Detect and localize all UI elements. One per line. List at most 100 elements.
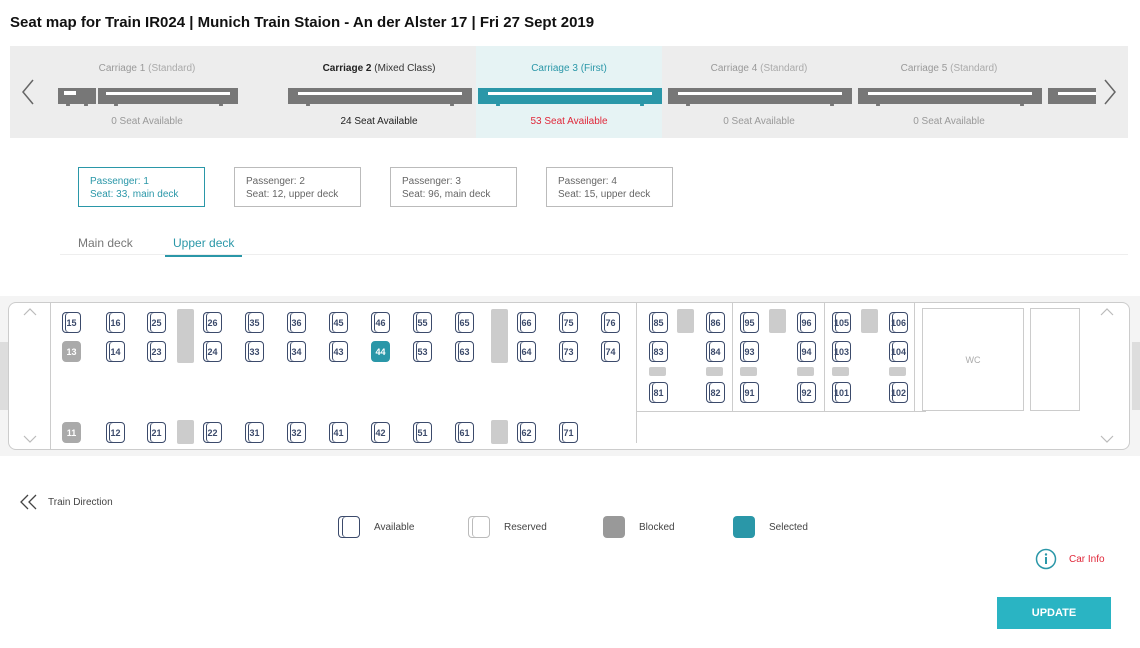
seat-96[interactable]: 96 (797, 312, 816, 333)
seat-63[interactable]: 63 (455, 341, 474, 362)
seat-82[interactable]: 82 (706, 382, 725, 403)
seat-105[interactable]: 105 (832, 312, 851, 333)
seat-32[interactable]: 32 (287, 422, 306, 443)
seat-55[interactable]: 55 (413, 312, 432, 333)
seat-66[interactable]: 66 (517, 312, 536, 333)
seat-26[interactable]: 26 (203, 312, 222, 333)
carriage-icon (1048, 88, 1096, 104)
seat-34[interactable]: 34 (287, 341, 306, 362)
next-carriage-button[interactable] (1098, 76, 1122, 108)
seat-35[interactable]: 35 (245, 312, 264, 333)
seat-94[interactable]: 94 (797, 341, 816, 362)
table-block (177, 309, 194, 363)
seat-44[interactable]: 44 (371, 341, 390, 362)
seat-22[interactable]: 22 (203, 422, 222, 443)
table-block (491, 309, 508, 363)
passenger-card-1[interactable]: Passenger: 1 Seat: 33, main deck (78, 167, 205, 207)
carriage-4[interactable]: Carriage 4 (Standard) 0 Seat Available (666, 46, 852, 138)
seat-23[interactable]: 23 (147, 341, 166, 362)
carriage-6-partial[interactable] (1046, 46, 1096, 138)
seat-13[interactable]: 13 (62, 341, 81, 362)
seat-74[interactable]: 74 (601, 341, 620, 362)
seatmap-divider (732, 303, 733, 411)
seat-11[interactable]: 11 (62, 422, 81, 443)
carriage-class: (First) (580, 63, 607, 74)
chevron-up-icon[interactable] (22, 307, 38, 317)
seat-21[interactable]: 21 (147, 422, 166, 443)
seat-45[interactable]: 45 (329, 312, 348, 333)
legend-reserved: Reserved (468, 516, 547, 538)
seat-53[interactable]: 53 (413, 341, 432, 362)
seat-24[interactable]: 24 (203, 341, 222, 362)
seat-33[interactable]: 33 (245, 341, 264, 362)
seat-25[interactable]: 25 (147, 312, 166, 333)
prev-carriage-button[interactable] (16, 76, 40, 108)
passenger-card-3[interactable]: Passenger: 3 Seat: 96, main deck (390, 167, 517, 207)
door-area (1030, 308, 1080, 411)
wc-area: WC (922, 308, 1024, 411)
update-button[interactable]: UPDATE (997, 597, 1111, 629)
car-info-link[interactable]: Car Info (1035, 548, 1105, 570)
seat-106[interactable]: 106 (889, 312, 908, 333)
blocked-seat-icon (603, 516, 625, 538)
passenger-label: Passenger: 4 (558, 176, 617, 187)
seatmap-divider (824, 303, 825, 411)
seat-61[interactable]: 61 (455, 422, 474, 443)
seat-73[interactable]: 73 (559, 341, 578, 362)
seat-95[interactable]: 95 (740, 312, 759, 333)
direction-label: Train Direction (48, 496, 113, 508)
chevron-down-icon[interactable] (22, 434, 38, 444)
info-icon (1035, 548, 1057, 570)
seat-64[interactable]: 64 (517, 341, 536, 362)
seat-51[interactable]: 51 (413, 422, 432, 443)
carriage-1[interactable]: Carriage 1 (Standard) 0 Seat Available (54, 46, 240, 138)
seat-92[interactable]: 92 (797, 382, 816, 403)
seat-104[interactable]: 104 (889, 341, 908, 362)
seat-41[interactable]: 41 (329, 422, 348, 443)
seat-86[interactable]: 86 (706, 312, 725, 333)
carriage-icon (858, 88, 1042, 106)
seat-14[interactable]: 14 (106, 341, 125, 362)
carriage-2[interactable]: Carriage 2 (Mixed Class) 24 Seat Availab… (286, 46, 472, 138)
carriage-name: Carriage 2 (322, 63, 372, 74)
seat-36[interactable]: 36 (287, 312, 306, 333)
table-block (740, 367, 757, 376)
seat-83[interactable]: 83 (649, 341, 668, 362)
carriage-name: Carriage 5 (900, 63, 948, 74)
double-chevron-left-icon (20, 494, 37, 510)
seatmap-side-right (1132, 342, 1140, 410)
seat-103[interactable]: 103 (832, 341, 851, 362)
passenger-card-2[interactable]: Passenger: 2 Seat: 12, upper deck (234, 167, 361, 207)
seat-65[interactable]: 65 (455, 312, 474, 333)
seat-46[interactable]: 46 (371, 312, 390, 333)
seat-12[interactable]: 12 (106, 422, 125, 443)
legend-label: Reserved (504, 521, 547, 533)
carriage-5[interactable]: Carriage 5 (Standard) 0 Seat Available (856, 46, 1042, 138)
seat-31[interactable]: 31 (245, 422, 264, 443)
seat-102[interactable]: 102 (889, 382, 908, 403)
carriage-3[interactable]: Carriage 3 (First) 53 Seat Available (476, 46, 662, 138)
carriage-icon (478, 88, 662, 106)
seat-91[interactable]: 91 (740, 382, 759, 403)
seat-101[interactable]: 101 (832, 382, 851, 403)
seat-43[interactable]: 43 (329, 341, 348, 362)
seat-75[interactable]: 75 (559, 312, 578, 333)
car-info-label: Car Info (1069, 553, 1105, 565)
seat-76[interactable]: 76 (601, 312, 620, 333)
table-block (889, 367, 906, 376)
chevron-up-icon[interactable] (1099, 307, 1115, 317)
passenger-card-4[interactable]: Passenger: 4 Seat: 15, upper deck (546, 167, 673, 207)
seat-15[interactable]: 15 (62, 312, 81, 333)
seat-84[interactable]: 84 (706, 341, 725, 362)
seat-85[interactable]: 85 (649, 312, 668, 333)
table-block (649, 367, 666, 376)
chevron-down-icon[interactable] (1099, 434, 1115, 444)
seat-71[interactable]: 71 (559, 422, 578, 443)
seat-16[interactable]: 16 (106, 312, 125, 333)
seat-81[interactable]: 81 (649, 382, 668, 403)
tab-main-deck[interactable]: Main deck (78, 236, 133, 255)
seat-62[interactable]: 62 (517, 422, 536, 443)
page-title: Seat map for Train IR024 | Munich Train … (10, 14, 595, 31)
seat-42[interactable]: 42 (371, 422, 390, 443)
seat-93[interactable]: 93 (740, 341, 759, 362)
